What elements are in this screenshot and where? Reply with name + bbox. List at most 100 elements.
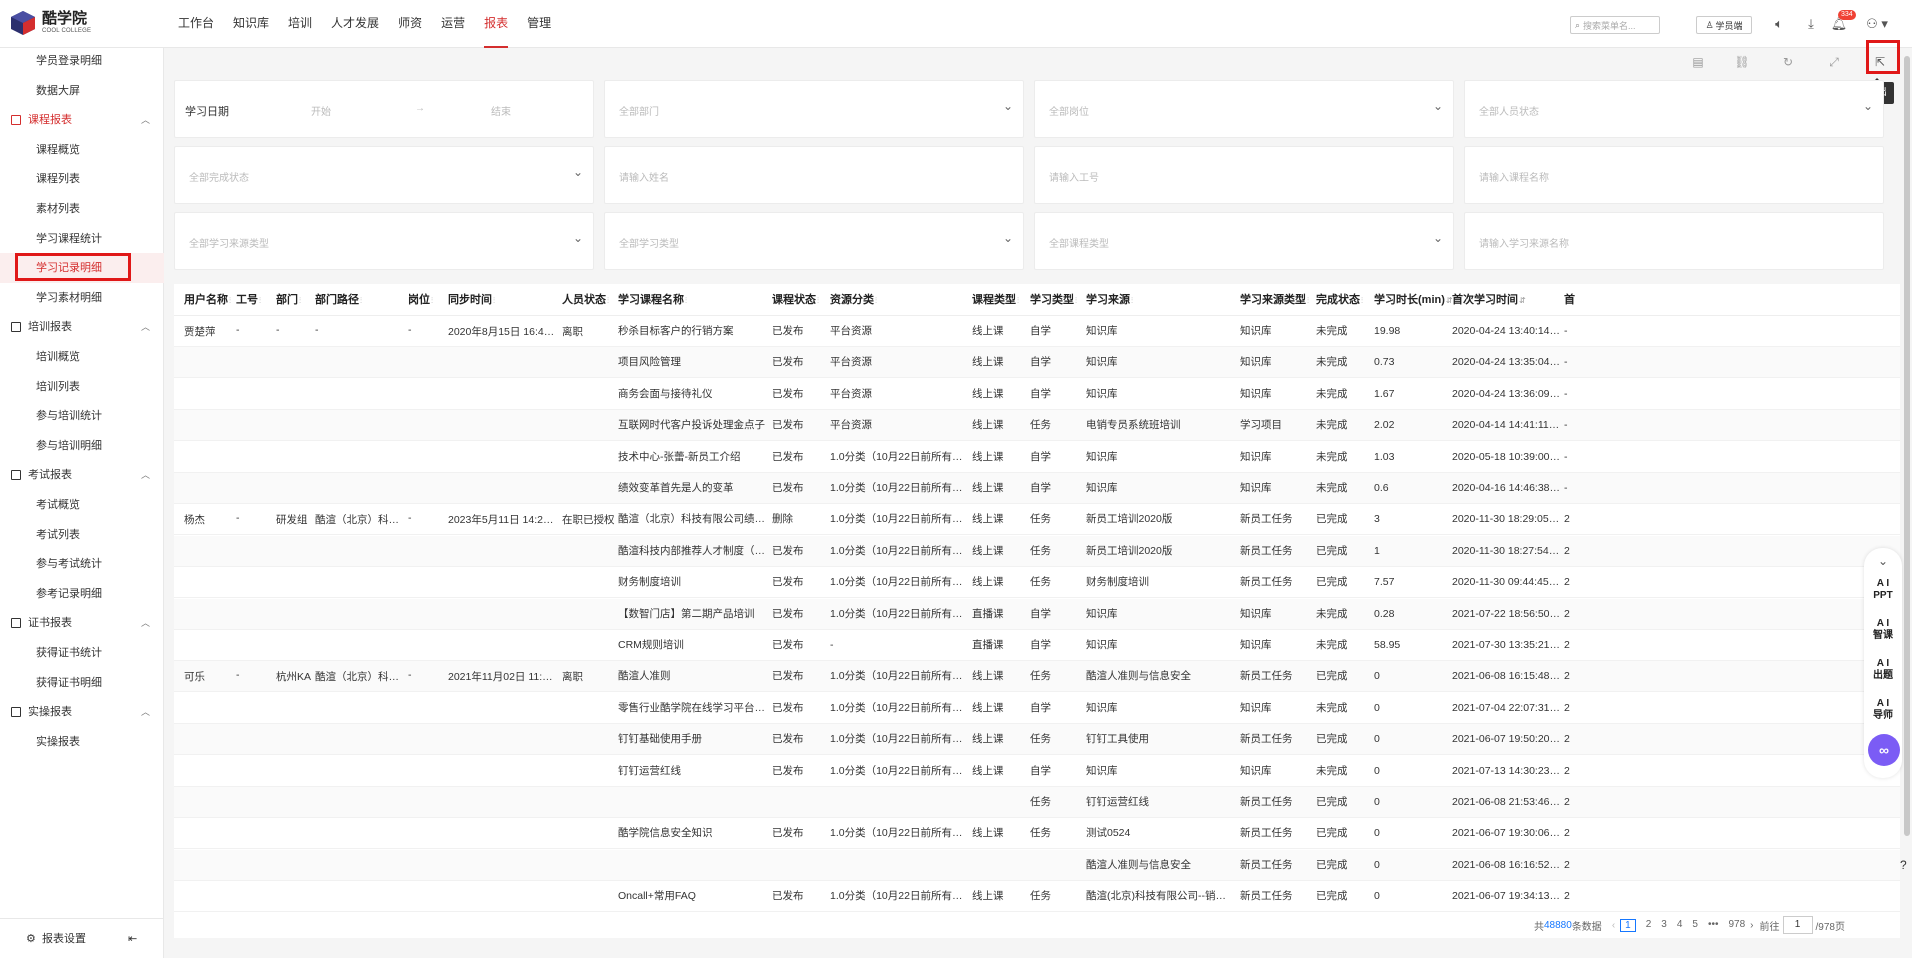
sidebar-item[interactable]: 参与考试统计 [0,549,164,579]
sidebar-item[interactable]: 获得证书明细 [0,668,164,698]
page-button[interactable]: 4 [1677,919,1683,932]
column-header[interactable]: 首次学习时间⇵ [1452,284,1526,316]
filter-icon[interactable]: ⫶ [1307,296,1309,305]
date-end-input[interactable]: 结束 [491,103,511,118]
refresh-icon[interactable]: ↻ [1778,52,1798,72]
table-row[interactable]: 财务制度培训 已发布 1.0分类（10月22日前所有分类） 线上课 任务 财务制度培训 新员… [174,567,1900,599]
page-button[interactable]: ••• [1708,919,1719,932]
table-row[interactable]: Oncall+常用FAQ 已发布 1.0分类（10月22日前所有分类） 线上课 任务 酷渲… [174,881,1900,913]
sidebar-item[interactable]: 参与培训统计 [0,401,164,431]
filter-icon[interactable]: ⇵ [1519,296,1526,305]
filter-icon[interactable]: ⫶ [685,296,687,305]
column-header[interactable]: 学习来源类型⫶ [1240,284,1309,316]
nav-item[interactable]: 人才发展 [323,0,387,48]
nav-item[interactable]: 培训 [280,0,320,48]
page-button[interactable]: 978 [1728,919,1745,932]
complete-status-select[interactable]: 全部完成状态 ⌄ [174,146,594,204]
sidebar-item[interactable]: 考试列表 [0,520,164,550]
sidebar-item[interactable]: 学员登录明细 [0,46,164,76]
table-row[interactable]: 任务 钉钉运营红线 新员工任务 已完成 0 2021-06-08 21:53:46.000… [174,787,1900,818]
logo[interactable]: 酷学院 COOL COLLEGE [10,10,91,36]
column-header[interactable]: 学习来源⫶ [1086,284,1133,316]
collapse-icon[interactable]: ⇤ [128,919,137,958]
nav-item[interactable]: 工作台 [170,0,222,48]
column-header[interactable]: 同步时间⫶ [448,284,495,316]
student-portal-button[interactable]: ♙ 学员端 [1696,16,1752,34]
source-name-input[interactable]: 请输入学习来源名称 [1464,212,1884,270]
sidebar-item[interactable]: 素材列表 [0,194,164,224]
filter-icon[interactable]: ⫶ [1361,296,1363,305]
avatar[interactable]: ⚇ ▾ [1862,15,1892,33]
column-header[interactable]: 完成状态⫶ [1316,284,1363,316]
table-row[interactable]: 绩效变革首先是人的变革 已发布 1.0分类（10月22日前所有分类） 线上课 自学 知识库… [174,473,1900,504]
sidebar-group[interactable]: 课程报表 ︿ [0,105,164,135]
column-header[interactable]: 人员状态⫶ [562,284,609,316]
table-row[interactable]: 酷渲人准则与信息安全 新员工任务 已完成 0 2021-06-08 16:16:52.0… [174,849,1900,881]
column-header[interactable]: 部门路径⫶ [315,284,362,316]
column-header[interactable]: 学习课程名称⫶ [618,284,687,316]
study-date-filter[interactable]: 学习日期 开始 → 结束 [174,80,594,138]
table-row[interactable]: 【数智门店】第二期产品培训 已发布 1.0分类（10月22日前所有分类） 直播课 自学 知… [174,598,1900,630]
nav-item[interactable]: 师资 [390,0,430,48]
page-button[interactable]: 1 [1620,918,1636,932]
nav-item[interactable]: 管理 [519,0,559,48]
column-header[interactable]: 学习类型⫶ [1030,284,1077,316]
ai-tool-button[interactable]: A I 出题 [1864,658,1902,682]
table-row[interactable]: 技术中心-张蕾-新员工介绍 已发布 1.0分类（10月22日前所有分类） 线上课 自学 知… [174,442,1900,473]
column-header[interactable]: 课程类型⫶ [972,284,1019,316]
table-row[interactable]: 酷渲科技内部推荐人才制度（试行）... 已发布 1.0分类（10月22日前所有分类）… [174,535,1900,567]
fullscreen-icon[interactable]: ⤢ [1824,52,1844,72]
nav-item[interactable]: 运营 [433,0,473,48]
dept-select[interactable]: 全部部门 ⌄ [604,80,1024,138]
filter-icon[interactable]: ⫶ [493,296,495,305]
sidebar-group[interactable]: 实操报表 ︿ [0,697,164,727]
sidebar-group[interactable]: 考试报表 ︿ [0,460,164,490]
sidebar-item[interactable]: 课程列表 [0,164,164,194]
filter-icon[interactable]: ⫶ [229,296,231,305]
sidebar-item[interactable]: 学习课程统计 [0,224,164,254]
course-name-input[interactable]: 请输入课程名称 [1464,146,1884,204]
table-row[interactable]: CRM规则培训 已发布 - 直播课 自学 知识库 知识库 未完成 58.95 2021-07-30… [174,630,1900,661]
sidebar-item[interactable]: 数据大屏 [0,76,164,106]
study-type-select[interactable]: 全部学习类型 ⌄ [604,212,1024,270]
table-row[interactable]: 互联网时代客户投诉处理金点子 已发布 平台资源 线上课 任务 电销专员系统班培训 学习项目 未… [174,410,1900,442]
scrollbar[interactable] [1904,56,1910,836]
nav-item[interactable]: 报表 [476,0,516,48]
ai-tool-button[interactable]: A I PPT [1864,578,1902,602]
sidebar-item[interactable]: 获得证书统计 [0,638,164,668]
table-row[interactable]: 商务会面与接待礼仪 已发布 平台资源 线上课 自学 知识库 知识库 未完成 1.67 2020-0… [174,379,1900,410]
infinity-assistant-icon[interactable]: ∞ [1868,734,1900,766]
sidebar-group[interactable]: 培训报表 ︿ [0,312,164,342]
column-header[interactable]: 课程状态⫶ [772,284,819,316]
date-start-input[interactable]: 开始 [311,103,331,118]
nav-item[interactable]: 知识库 [225,0,277,48]
sidebar-item[interactable]: 培训概览 [0,342,164,372]
filter-icon[interactable]: ⫶ [360,296,362,305]
help-icon[interactable]: ? [1900,858,1907,872]
page-button[interactable]: 3 [1661,919,1667,932]
filter-icon[interactable]: ⫶ [299,296,301,305]
position-select[interactable]: 全部岗位 ⌄ [1034,80,1454,138]
page-button[interactable]: 5 [1692,919,1698,932]
ai-tool-button[interactable]: A I 导师 [1864,698,1902,722]
table-row[interactable]: 项目风险管理 已发布 平台资源 线上课 自学 知识库 知识库 未完成 0.73 2020-04-2… [174,347,1900,379]
column-header[interactable]: 工号⫶ [236,284,261,316]
column-settings-icon[interactable]: ▤ [1688,52,1708,72]
filter-icon[interactable]: ⫶ [259,296,261,305]
table-row[interactable]: 钉钉基础使用手册 已发布 1.0分类（10月22日前所有分类） 线上课 任务 钉钉工具使用… [174,724,1900,756]
person-status-select[interactable]: 全部人员状态 ⌄ [1464,80,1884,138]
emp-no-input[interactable]: 请输入工号 [1034,146,1454,204]
sidebar-item[interactable]: 参考记录明细 [0,579,164,609]
sidebar-group[interactable]: 证书报表 ︿ [0,608,164,638]
sidebar-item[interactable]: 考试概览 [0,490,164,520]
filter-icon[interactable]: ⫶ [607,296,609,305]
name-input[interactable]: 请输入姓名 [604,146,1024,204]
ai-tool-button[interactable]: A I 智课 [1864,618,1902,642]
page-button[interactable]: 2 [1646,919,1652,932]
sidebar-item[interactable]: 课程概览 [0,135,164,165]
report-settings[interactable]: ⚙ 报表设置 ⇤ [0,918,164,958]
sidebar-item[interactable]: 学习素材明细 [0,283,164,313]
column-header[interactable]: 首 [1564,284,1575,316]
next-page-button[interactable]: › [1750,920,1753,931]
source-type-select[interactable]: 全部学习来源类型 ⌄ [174,212,594,270]
